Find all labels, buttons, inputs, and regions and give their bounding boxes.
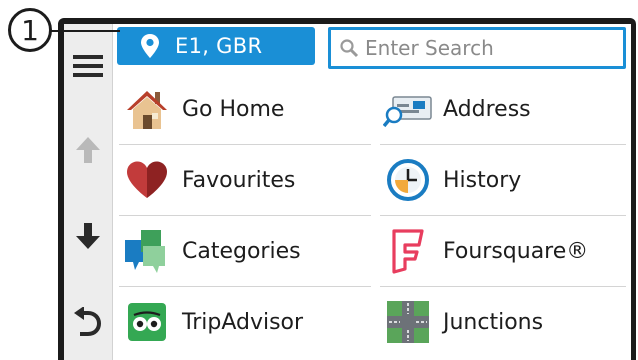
search-box[interactable] (328, 27, 626, 69)
menu-item-label: Foursquare® (443, 238, 589, 264)
junction-icon (383, 297, 433, 347)
back-icon (74, 307, 102, 336)
divider (380, 286, 626, 287)
menu-item-label: History (443, 167, 522, 193)
scroll-up-button[interactable] (64, 130, 112, 170)
sidebar (64, 24, 113, 360)
menu-item-label: Go Home (182, 96, 285, 122)
menu-item-foursquare[interactable]: Foursquare® (383, 218, 629, 284)
callout-marker: 1 (8, 8, 52, 52)
menu-item-label: Favourites (182, 167, 296, 193)
menu-icon (73, 55, 103, 77)
foursquare-icon (383, 226, 433, 276)
categories-icon (122, 226, 172, 276)
location-pin-icon (141, 34, 159, 58)
search-icon (340, 39, 359, 58)
menu-item-tripadvisor[interactable]: TripAdvisor (122, 289, 372, 355)
divider (119, 144, 371, 145)
divider (380, 215, 626, 216)
menu-item-junctions[interactable]: Junctions (383, 289, 629, 355)
divider (119, 286, 371, 287)
callout-line (48, 30, 120, 32)
tripadvisor-icon (122, 297, 172, 347)
clock-icon (383, 155, 433, 205)
menu-item-address[interactable]: Address (383, 76, 629, 142)
location-label: E1, GBR (175, 34, 263, 58)
menu-item-categories[interactable]: Categories (122, 218, 372, 284)
scroll-down-button[interactable] (64, 216, 112, 256)
heart-icon (122, 155, 172, 205)
divider (119, 215, 371, 216)
arrow-down-icon (76, 223, 100, 249)
arrow-up-icon (76, 137, 100, 163)
menu-item-label: Address (443, 96, 531, 122)
divider (380, 144, 626, 145)
menu-item-label: TripAdvisor (182, 309, 304, 335)
house-icon (122, 84, 172, 134)
menu-item-label: Categories (182, 238, 301, 264)
stage: E1, GBR Go (0, 0, 638, 360)
location-button[interactable]: E1, GBR (117, 27, 315, 65)
menu-button[interactable] (64, 46, 112, 86)
menu-item-favourites[interactable]: Favourites (122, 147, 372, 213)
menu-item-go-home[interactable]: Go Home (122, 76, 372, 142)
screen: E1, GBR Go (64, 24, 631, 360)
menu-item-history[interactable]: History (383, 147, 629, 213)
search-input[interactable] (365, 36, 615, 60)
address-card-icon (383, 84, 433, 134)
menu-item-label: Junctions (443, 309, 544, 335)
back-button[interactable] (64, 302, 112, 342)
